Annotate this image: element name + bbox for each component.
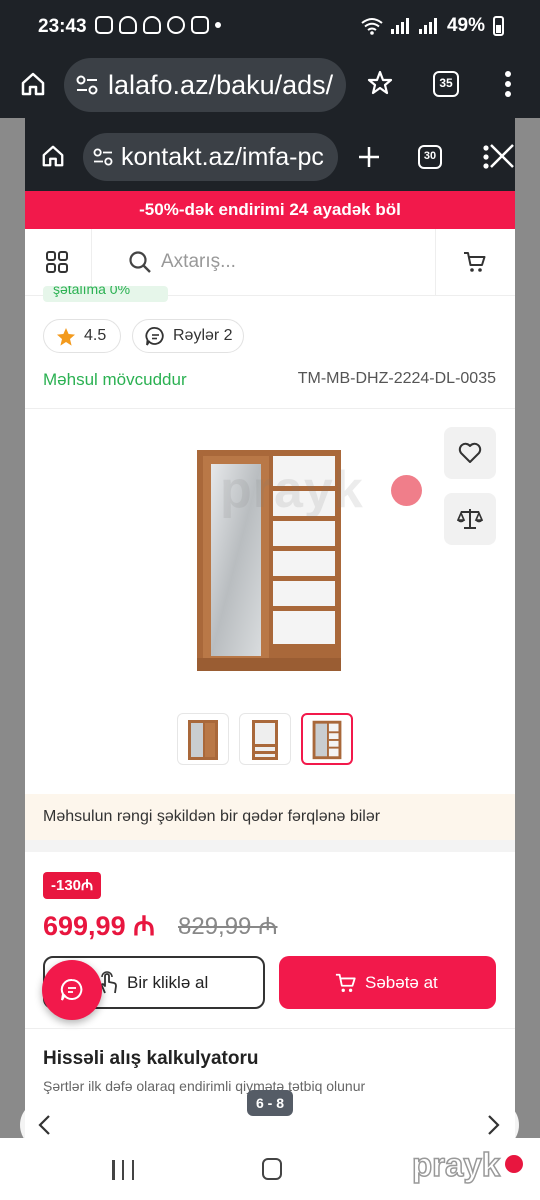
gallery-pager: 6 - 8 [247,1090,293,1116]
snapchat-icon [119,16,137,34]
one-click-label: Bir kliklə al [127,973,209,992]
inner-url-text: kontakt.az/imfa-pc [121,143,324,171]
battery-icon [493,16,504,36]
tab-switcher-button[interactable]: 30 [418,145,442,169]
current-price: 699,99 ₼ [43,911,155,941]
add-to-cart-button[interactable]: Səbətə at [279,956,496,1009]
installment-calculator-title: Hissəli alış kalkulyatoru [43,1048,259,1069]
site-settings-icon[interactable] [76,75,98,95]
cart-button[interactable] [435,229,515,296]
comment-icon [145,327,164,346]
thumbnail-image [188,720,218,760]
rating-value: 4.5 [84,327,107,344]
old-price: 829,99 ₼ [178,913,278,940]
search-icon [129,251,151,273]
section-separator [25,840,515,852]
add-to-cart-label: Səbətə at [365,973,438,992]
instagram-icon [95,16,113,34]
grid-menu-icon [46,251,68,273]
chat-icon [60,979,83,1001]
brand-watermark: prayk [411,1145,501,1184]
watermark-dot [391,475,422,506]
more-menu-icon[interactable] [504,70,512,98]
more-notifications-dot [215,22,221,28]
close-icon[interactable] [489,143,515,169]
cart-icon [335,973,356,992]
home-icon[interactable] [20,71,46,97]
star-icon [57,328,75,346]
reviews-label: Rəylər 2 [173,327,233,344]
outer-url-bar[interactable]: lalafo.az/baku/ads/ [64,58,346,112]
bookmark-star-icon[interactable] [366,69,394,97]
thumbnail-image [312,720,342,760]
tab-switcher-button[interactable]: 35 [433,71,459,97]
favorite-button[interactable] [444,427,496,479]
scales-icon [457,509,483,529]
battery-percent: 49% [446,15,485,36]
inner-url-bar[interactable]: kontakt.az/imfa-pc [83,133,338,181]
signal-icon [390,18,411,34]
thumbnail-1[interactable] [177,713,229,765]
wifi-icon [361,18,383,35]
installment-tag-partial: şətalıma 0% [43,286,168,302]
promo-banner[interactable]: -50%-dək endirimi 24 ayadək böl [25,191,515,229]
chat-button[interactable] [42,960,102,1020]
stock-status: Məhsul mövcuddur [43,370,187,389]
home-icon[interactable] [41,144,65,168]
signal-icon [418,18,439,34]
color-notice: Məhsulun rəngi şəkildən bir qədər fərqlə… [25,794,515,840]
status-bar: 23:43 49% [0,0,540,54]
search-input[interactable]: Axtarış... [161,251,236,273]
status-time: 23:43 [38,16,87,37]
recent-apps-button[interactable] [112,1160,134,1180]
brand-watermark-dot [505,1155,523,1173]
chevron-right-icon [488,1115,500,1135]
thumbnail-2[interactable] [239,713,291,765]
compare-button[interactable] [444,493,496,545]
custom-tab-sheet: kontakt.az/imfa-pc 30 -50%-dək endirimi … [25,118,515,1138]
rating-pill[interactable]: 4.5 [43,319,121,353]
chevron-left-icon [38,1115,50,1135]
instagram-icon [191,16,209,34]
divider [25,408,515,409]
reviews-pill[interactable]: Rəylər 2 [132,319,244,353]
heart-icon [458,442,482,463]
new-tab-plus-icon[interactable] [358,146,380,168]
cart-icon [464,252,486,272]
message-icon [167,16,185,34]
outer-browser-toolbar: lalafo.az/baku/ads/ 35 [0,54,540,118]
home-button[interactable] [262,1158,282,1180]
image-watermark: prayk [220,461,364,519]
thumbnail-image [252,720,278,760]
outer-url-text: lalafo.az/baku/ads/ [108,70,334,100]
product-sku: TM-MB-DHZ-2224-DL-0035 [297,370,496,387]
discount-badge: -130₼ [43,872,102,899]
installment-calculator-subtitle: Şərtlər ilk dəfə olaraq endirimli qiymət… [43,1078,366,1094]
site-settings-icon[interactable] [93,148,113,166]
thumbnail-3[interactable] [301,713,353,765]
divider [25,1028,515,1029]
snapchat-icon [143,16,161,34]
notification-icons [95,16,221,34]
inner-browser-toolbar: kontakt.az/imfa-pc 30 [25,118,515,191]
